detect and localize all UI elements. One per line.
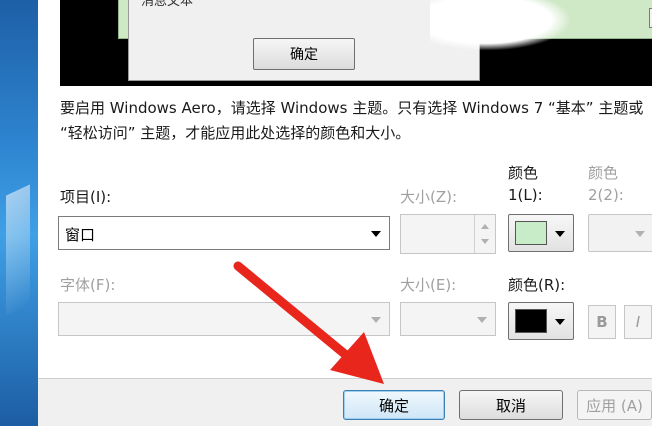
annotation-arrow-shaft: [233, 261, 357, 365]
annotation-arrow: [233, 261, 384, 384]
annotation-arrow-head: [330, 332, 384, 384]
